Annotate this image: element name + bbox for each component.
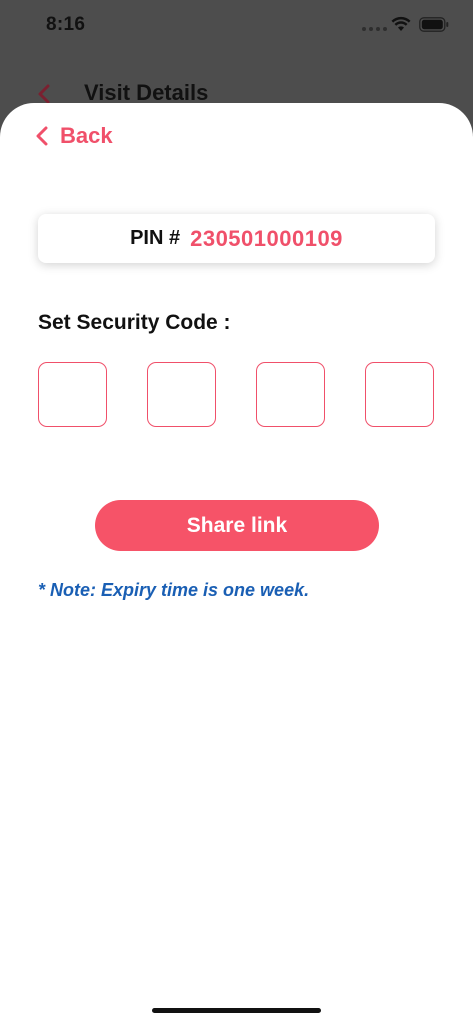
security-code-digit-1[interactable] (38, 362, 107, 427)
share-link-button[interactable]: Share link (95, 500, 379, 551)
pin-card: PIN # 230501000109 (38, 214, 435, 263)
wifi-icon (391, 16, 411, 31)
security-code-digit-4[interactable] (365, 362, 434, 427)
status-time: 8:16 (46, 14, 86, 35)
home-indicator[interactable] (152, 1008, 321, 1013)
security-code-title: Set Security Code : (38, 311, 231, 334)
cellular-signal-icon (362, 27, 387, 31)
status-bar: 8:16 (0, 0, 473, 52)
security-code-inputs (38, 362, 435, 429)
battery-icon (419, 17, 449, 32)
share-sheet: Back PIN # 230501000109 Set Security Cod… (0, 103, 473, 1024)
back-button[interactable]: Back (34, 121, 113, 151)
security-code-digit-2[interactable] (147, 362, 216, 427)
pin-label: PIN # (130, 227, 181, 249)
chevron-left-icon (38, 84, 50, 104)
back-label: Back (60, 123, 113, 148)
expiry-note: * Note: Expiry time is one week. (38, 580, 310, 600)
chevron-left-icon (36, 126, 48, 146)
pin-value: 230501000109 (190, 225, 343, 251)
security-code-digit-3[interactable] (256, 362, 325, 427)
